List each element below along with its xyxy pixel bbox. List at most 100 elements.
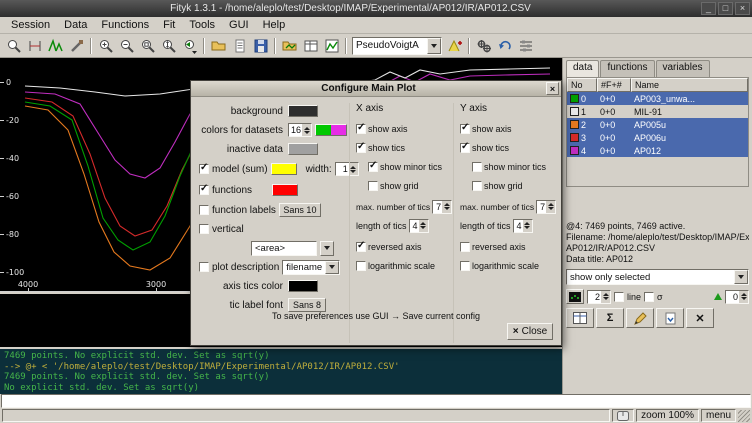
dialog-titlebar[interactable]: Configure Main Plot × bbox=[191, 81, 561, 97]
spinner-buttons[interactable] bbox=[523, 220, 532, 232]
execute-script-button[interactable] bbox=[229, 36, 250, 56]
close-window-button[interactable]: × bbox=[735, 2, 750, 15]
y-show-axis-checkbox[interactable] bbox=[460, 124, 470, 134]
tab-data[interactable]: data bbox=[566, 60, 599, 77]
tab-variables[interactable]: variables bbox=[656, 60, 710, 77]
shift-up-icon[interactable] bbox=[714, 293, 722, 300]
save-session-button[interactable] bbox=[250, 36, 271, 56]
output-console[interactable]: 7469 points. No explicit std. dev. Set a… bbox=[0, 347, 562, 394]
chevron-down-icon[interactable] bbox=[325, 261, 339, 274]
column-header-name[interactable]: Name bbox=[631, 78, 748, 92]
y-tics-length-spinner[interactable]: 4 bbox=[513, 219, 533, 233]
table-row[interactable]: 4 0+0 AP012 bbox=[567, 144, 748, 157]
axis-tics-color-swatch[interactable] bbox=[288, 280, 318, 292]
spinner-buttons[interactable] bbox=[442, 201, 451, 213]
dialog-close-button[interactable]: × bbox=[546, 82, 559, 95]
x-max-tics-spinner[interactable]: 7 bbox=[432, 200, 452, 214]
y-show-grid-checkbox[interactable] bbox=[472, 181, 482, 191]
menu-session[interactable]: Session bbox=[4, 18, 57, 32]
edit-data-button[interactable] bbox=[626, 308, 654, 328]
run-fit-button[interactable] bbox=[473, 36, 494, 56]
model-checkbox[interactable] bbox=[199, 164, 209, 174]
functions-checkbox[interactable] bbox=[199, 185, 209, 195]
menu-tools[interactable]: Tools bbox=[182, 18, 222, 32]
zoom-all-button[interactable] bbox=[137, 36, 158, 56]
x-reversed-checkbox[interactable] bbox=[356, 242, 366, 252]
previous-zoom-button[interactable] bbox=[179, 36, 200, 56]
point-size-spinner[interactable]: 2 bbox=[587, 290, 611, 304]
menu-gui[interactable]: GUI bbox=[222, 18, 256, 32]
zoom-indicator[interactable]: zoom 100% bbox=[636, 409, 699, 422]
spinner-buttons[interactable] bbox=[302, 124, 311, 136]
export-data-button[interactable] bbox=[656, 308, 684, 328]
function-type-combo[interactable]: PseudoVoigtA bbox=[352, 37, 442, 55]
column-header-no[interactable]: No bbox=[567, 78, 597, 92]
table-row[interactable]: 3 0+0 AP006u bbox=[567, 131, 748, 144]
background-color-swatch[interactable] bbox=[288, 105, 318, 117]
label-format-combo[interactable]: <area> bbox=[251, 241, 317, 256]
spinner-buttons[interactable] bbox=[601, 291, 610, 303]
x-show-tics-checkbox[interactable] bbox=[356, 143, 366, 153]
tab-functions[interactable]: functions bbox=[600, 60, 654, 77]
vertical-checkbox[interactable] bbox=[199, 224, 209, 234]
x-tics-length-spinner[interactable]: 4 bbox=[409, 219, 429, 233]
menu-help[interactable]: Help bbox=[256, 18, 293, 32]
command-input[interactable] bbox=[1, 394, 751, 408]
undo-fit-button[interactable] bbox=[494, 36, 515, 56]
tic-label-font-button[interactable]: Sans 8 bbox=[288, 298, 326, 312]
dataset-filter-combo[interactable]: show only selected bbox=[566, 269, 749, 285]
x-show-axis-checkbox[interactable] bbox=[356, 124, 366, 134]
model-color-swatch[interactable] bbox=[271, 163, 297, 175]
zoom-in-button[interactable] bbox=[95, 36, 116, 56]
open-session-button[interactable] bbox=[208, 36, 229, 56]
add-peak-mode-button[interactable] bbox=[45, 36, 66, 56]
chevron-down-icon[interactable] bbox=[734, 270, 748, 284]
range-mode-button[interactable] bbox=[24, 36, 45, 56]
close-button[interactable]: ×Close bbox=[507, 323, 553, 340]
menu-fit[interactable]: Fit bbox=[156, 18, 182, 32]
shift-up-spinner[interactable]: 0 bbox=[725, 290, 749, 304]
line-checkbox[interactable] bbox=[614, 292, 624, 302]
maximize-button[interactable]: □ bbox=[718, 2, 733, 15]
x-log-checkbox[interactable] bbox=[356, 261, 366, 271]
table-row[interactable]: 0 0+0 AP003_unwa... bbox=[567, 92, 748, 105]
plot-description-combo[interactable]: filename bbox=[282, 260, 340, 275]
inactive-data-color-swatch[interactable] bbox=[288, 143, 318, 155]
functions-color-swatch[interactable] bbox=[272, 184, 298, 196]
function-labels-font-button[interactable]: Sans 10 bbox=[279, 203, 321, 217]
table-row[interactable]: 1 0+0 MIL-91 bbox=[567, 105, 748, 118]
x-show-grid-checkbox[interactable] bbox=[368, 181, 378, 191]
table-row[interactable]: 2 0+0 AP005u bbox=[567, 118, 748, 131]
spinner-buttons[interactable] bbox=[419, 220, 428, 232]
activate-data-mode-button[interactable] bbox=[66, 36, 87, 56]
sigma-checkbox[interactable] bbox=[644, 292, 654, 302]
status-icon-cell[interactable] bbox=[612, 409, 634, 422]
menu-functions[interactable]: Functions bbox=[94, 18, 156, 32]
function-labels-checkbox[interactable] bbox=[199, 205, 209, 215]
spinner-buttons[interactable] bbox=[546, 201, 555, 213]
fit-settings-button[interactable] bbox=[515, 36, 536, 56]
y-show-minor-tics-checkbox[interactable] bbox=[472, 162, 482, 172]
dataset-gradient-button[interactable] bbox=[315, 124, 347, 136]
point-style-button[interactable] bbox=[566, 289, 584, 304]
y-reversed-checkbox[interactable] bbox=[460, 242, 470, 252]
zoom-mode-button[interactable] bbox=[3, 36, 24, 56]
zoom-vertical-button[interactable] bbox=[158, 36, 179, 56]
label-format-dropdown-button[interactable] bbox=[320, 241, 334, 256]
colors-count-spinner[interactable]: 16 bbox=[288, 123, 312, 137]
resize-grip[interactable] bbox=[738, 410, 750, 422]
x-show-minor-tics-checkbox[interactable] bbox=[368, 162, 378, 172]
y-log-checkbox[interactable] bbox=[460, 261, 470, 271]
add-function-button[interactable] bbox=[444, 36, 465, 56]
minimize-button[interactable]: _ bbox=[701, 2, 716, 15]
draw-plot-button[interactable] bbox=[321, 36, 342, 56]
chevron-down-icon[interactable] bbox=[427, 38, 441, 54]
data-table-action-button[interactable] bbox=[566, 308, 594, 328]
spinner-buttons[interactable] bbox=[739, 291, 748, 303]
plot-description-checkbox[interactable] bbox=[199, 262, 209, 272]
delete-data-button[interactable]: ✕ bbox=[686, 308, 714, 328]
column-header-fz[interactable]: #F+# bbox=[597, 78, 631, 92]
zoom-out-button[interactable] bbox=[116, 36, 137, 56]
load-data-button[interactable] bbox=[279, 36, 300, 56]
status-menu-button[interactable]: menu bbox=[701, 409, 736, 422]
